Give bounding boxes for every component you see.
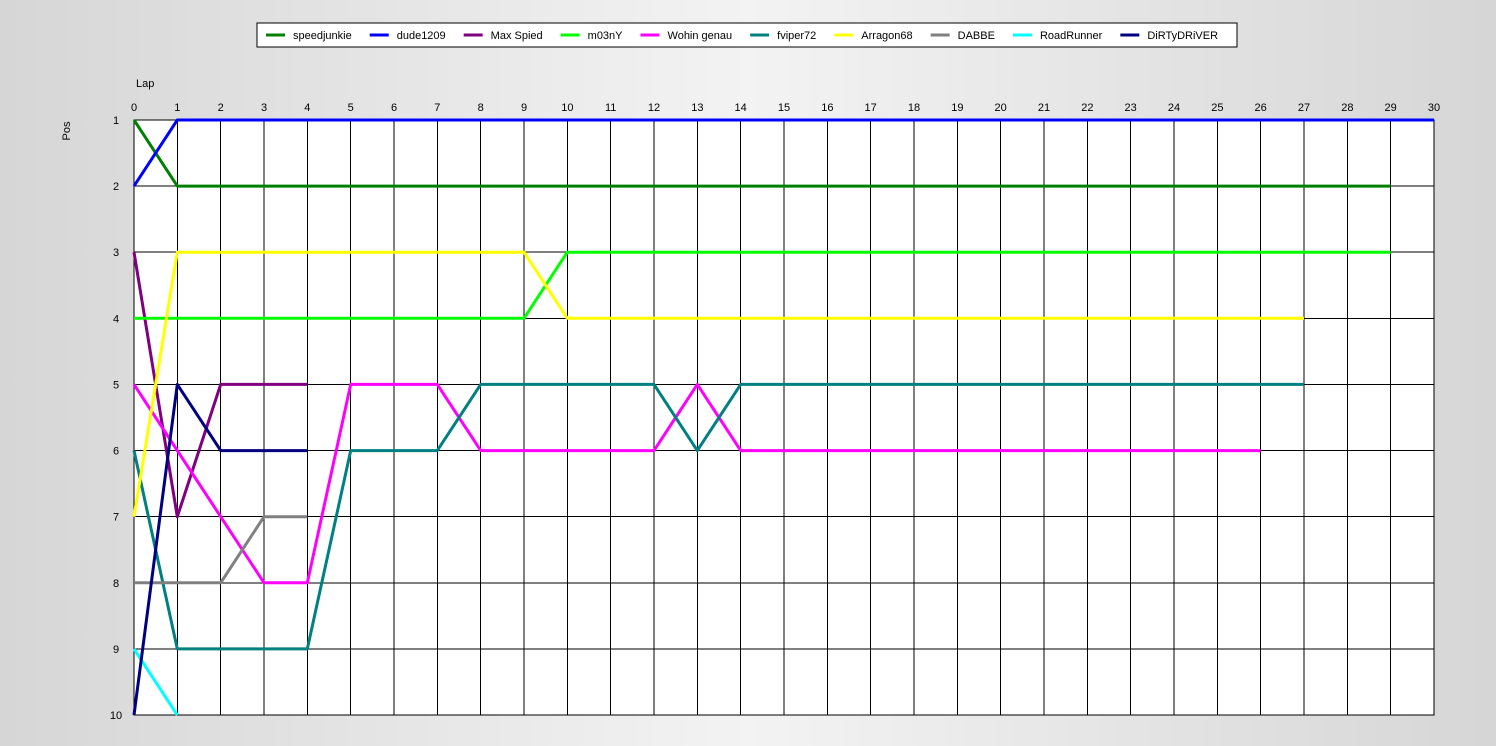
x-tick-label: 10 xyxy=(561,102,573,114)
y-tick-label: 8 xyxy=(113,578,119,590)
y-tick-label: 4 xyxy=(113,313,119,325)
legend-label: Max Spied xyxy=(491,30,543,42)
y-tick-label: 5 xyxy=(113,379,119,391)
legend-label: dude1209 xyxy=(397,30,446,42)
x-tick-label: 21 xyxy=(1038,102,1050,114)
x-axis-label: Lap xyxy=(136,78,154,90)
x-tick-label: 22 xyxy=(1081,102,1093,114)
y-tick-label: 9 xyxy=(113,644,119,656)
legend-label: DiRTyDRiVER xyxy=(1147,30,1218,42)
y-tick-label: 6 xyxy=(113,446,119,458)
x-tick-label: 1 xyxy=(174,102,180,114)
legend-label: speedjunkie xyxy=(293,30,352,42)
x-tick-label: 6 xyxy=(391,102,397,114)
x-tick-label: 4 xyxy=(304,102,310,114)
x-tick-label: 0 xyxy=(131,102,137,114)
y-tick-label: 2 xyxy=(113,181,119,193)
grid xyxy=(133,119,1435,716)
x-tick-label: 3 xyxy=(261,102,267,114)
x-tick-label: 16 xyxy=(821,102,833,114)
legend-label: Arragon68 xyxy=(861,30,912,42)
x-tick-label: 7 xyxy=(434,102,440,114)
x-tick-label: 8 xyxy=(478,102,484,114)
x-tick-label: 19 xyxy=(951,102,963,114)
x-tick-label: 27 xyxy=(1298,102,1310,114)
x-tick-label: 28 xyxy=(1341,102,1353,114)
x-tick-label: 23 xyxy=(1125,102,1137,114)
x-tick-label: 18 xyxy=(908,102,920,114)
x-tick-label: 12 xyxy=(648,102,660,114)
x-tick-label: 17 xyxy=(865,102,877,114)
x-tick-label: 24 xyxy=(1168,102,1180,114)
x-tick-label: 25 xyxy=(1211,102,1223,114)
x-tick-label: 9 xyxy=(521,102,527,114)
y-tick-label: 3 xyxy=(113,247,119,259)
x-tick-label: 2 xyxy=(218,102,224,114)
legend: speedjunkie dude1209 Max Spied m03nY Wohin g… xyxy=(256,22,1238,48)
legend-label: m03nY xyxy=(588,30,624,42)
y-axis-label: Pos xyxy=(61,121,73,140)
x-tick-label: 29 xyxy=(1385,102,1397,114)
x-tick-label: 13 xyxy=(691,102,703,114)
x-tick-label: 26 xyxy=(1255,102,1267,114)
legend-label: Wohin genau xyxy=(668,30,733,42)
y-tick-label: 1 xyxy=(113,115,119,127)
y-tick-label: 7 xyxy=(113,512,119,524)
x-tick-label: 5 xyxy=(348,102,354,114)
race-position-chart: 0 1 2 3 4 5 6 7 8 9 10 11 12 13 14 15 16 17 18 19 20 21 22 23 24… xyxy=(61,22,1440,722)
x-tick-label: 15 xyxy=(778,102,790,114)
y-tick-label: 10 xyxy=(110,710,122,722)
x-tick-label: 20 xyxy=(995,102,1007,114)
x-tick-label: 30 xyxy=(1428,102,1440,114)
legend-label: fviper72 xyxy=(777,30,816,42)
legend-label: DABBE xyxy=(958,30,995,42)
x-tick-label: 11 xyxy=(605,102,616,114)
x-tick-label: 14 xyxy=(735,102,747,114)
legend-label: RoadRunner xyxy=(1040,30,1103,42)
